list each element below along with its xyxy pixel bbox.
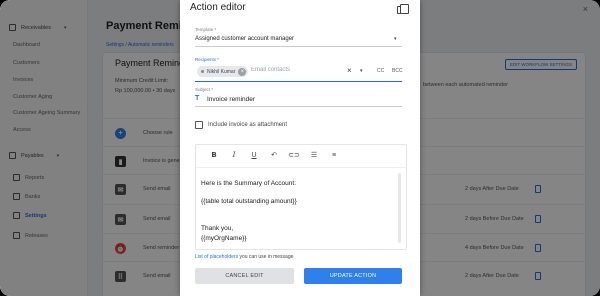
recipients-dropdown-icon[interactable]: ▾ [360, 68, 363, 74]
remove-chip-icon[interactable]: × [238, 67, 247, 76]
placeholders-link[interactable]: List of placeholders [195, 254, 238, 260]
person-icon [201, 70, 204, 73]
template-underline [195, 46, 402, 47]
bcc-toggle[interactable]: BCC [392, 68, 403, 74]
subject-label: Subject * [195, 87, 214, 92]
placeholders-text: you can use in message [238, 254, 294, 260]
recipient-chip[interactable]: Nikhil Kumar × [197, 66, 249, 77]
italic-icon[interactable]: I [224, 148, 244, 162]
attachment-label: Include invoice as attachment [208, 122, 288, 128]
chevron-down-icon[interactable]: ▾ [394, 36, 397, 42]
cc-toggle[interactable]: CC [377, 68, 384, 74]
cancel-edit-button[interactable]: CANCEL EDIT [195, 268, 294, 284]
placeholders-hint: List of placeholders you can use in mess… [195, 254, 293, 260]
email-contacts-input[interactable] [251, 67, 341, 73]
subject-underline [195, 106, 402, 107]
recipients-underline [195, 81, 402, 82]
editor-line: Thank you, [201, 225, 234, 232]
text-type-icon: T [195, 95, 200, 102]
recipients-label: Recipients * [195, 57, 220, 62]
bold-icon[interactable]: B [204, 148, 224, 162]
clear-recipients-icon[interactable]: × [347, 66, 352, 75]
recipient-chip-label: Nikhil Kumar [207, 68, 236, 75]
editor-scrollbar[interactable] [398, 173, 401, 243]
link-icon[interactable]: ⊂⊃ [284, 148, 304, 162]
message-editor[interactable]: B I U ↶ ⊂⊃ ☰ ≡ Here is the Summary of Account:… [195, 144, 407, 250]
template-label: Template * [195, 27, 217, 32]
action-editor-dialog: Action editor Template * Assigned custom… [180, 0, 420, 296]
copy-icon[interactable] [397, 4, 409, 14]
numbered-list-icon[interactable]: ☰ [304, 148, 324, 162]
dialog-title: Action editor [190, 2, 246, 13]
template-select[interactable]: Assigned customer account manager [195, 36, 294, 42]
subject-input[interactable]: Invoice reminder [207, 96, 255, 103]
editor-line: Here is the Summary of Account: [201, 180, 297, 187]
update-action-button[interactable]: UPDATE ACTION [304, 268, 402, 284]
editor-toolbar: B I U ↶ ⊂⊃ ☰ ≡ [196, 145, 406, 165]
editor-line: {{myOrgName}} [201, 235, 247, 242]
undo-icon[interactable]: ↶ [264, 148, 284, 162]
attachment-checkbox[interactable] [195, 121, 203, 129]
toolbar-divider [196, 167, 406, 168]
editor-line: {{table total outstanding amount}} [201, 198, 297, 205]
underline-icon[interactable]: U [244, 148, 264, 162]
bullet-list-icon[interactable]: ≡ [324, 148, 344, 162]
